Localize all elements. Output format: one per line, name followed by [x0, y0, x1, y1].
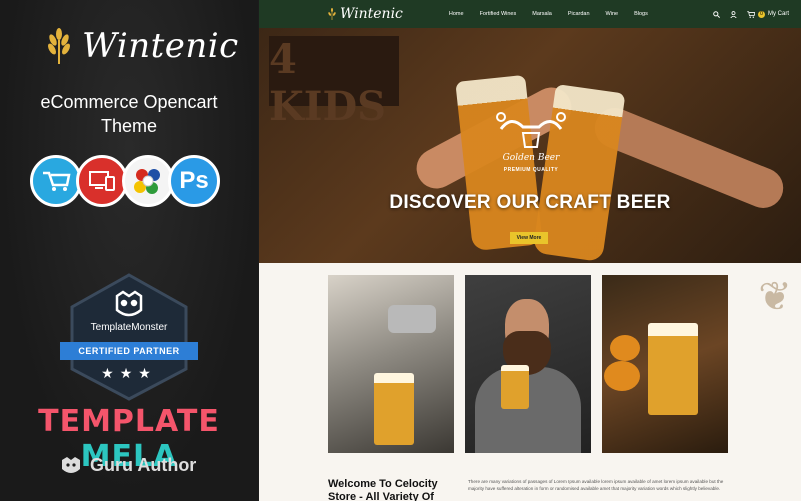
cert-ribbon: CERTIFIED PARTNER: [60, 342, 198, 360]
user-icon[interactable]: [730, 10, 737, 18]
beer-glass-image: [648, 323, 698, 415]
wheat-icon: [48, 28, 70, 64]
nav-wine[interactable]: Wine: [606, 11, 619, 17]
guru-label: Guru Author: [90, 455, 197, 475]
mela-word1: TEMPLATE: [38, 404, 220, 439]
hexagon-shape: [70, 273, 188, 401]
background-sign: 4 KIDS: [269, 36, 399, 130]
emblem-title: Golden Beer: [502, 153, 560, 163]
multilanguage-flags-icon: [122, 155, 174, 207]
hero-banner: 4 KIDS Golden Beer PREMIUM QUALITY DISCO…: [259, 28, 801, 263]
nav-home[interactable]: Home: [449, 11, 464, 17]
golden-beer-emblem: Golden Beer PREMIUM QUALITY: [491, 103, 571, 183]
welcome-text: There are many variations of passages of…: [468, 479, 724, 491]
gallery-photo-pumpkins-beer[interactable]: [602, 275, 728, 453]
nav-blogs[interactable]: Blogs: [634, 11, 648, 17]
motorbike-handlebar-icon: [496, 112, 566, 148]
promo-panel: Wintenic eCommerce Opencart Theme Ps Tem…: [0, 0, 258, 501]
nav-fortified-wines[interactable]: Fortified Wines: [480, 11, 517, 17]
site-preview: Wintenic Home Fortified Wines Marsala Pi…: [259, 0, 801, 501]
wheat-icon: [328, 8, 336, 20]
beer-glass-image: [374, 373, 414, 445]
hero-title: DISCOVER OUR CRAFT BEER: [389, 192, 671, 213]
pumpkin-image: [604, 361, 640, 391]
opencart-cart-icon: [30, 155, 82, 207]
image-gallery: [328, 275, 728, 453]
pumpkin-image: [610, 335, 640, 361]
certified-partner-badge: TemplateMonster CERTIFIED PARTNER ★★★: [60, 272, 198, 402]
tagline-line2: Theme: [100, 116, 158, 136]
cart-label: My Cart: [768, 11, 789, 17]
monster-icon: [62, 456, 80, 473]
responsive-devices-icon: [76, 155, 128, 207]
gallery-photo-bearded-man[interactable]: [465, 275, 591, 453]
nav-actions: 0 My Cart: [713, 10, 789, 18]
site-navbar: Wintenic Home Fortified Wines Marsala Pi…: [259, 0, 801, 28]
hops-illustration-icon: ❦: [758, 275, 792, 319]
tagline: eCommerce Opencart Theme: [0, 90, 258, 138]
site-logo-text: Wintenic: [340, 6, 403, 22]
emblem-subtitle: PREMIUM QUALITY: [503, 167, 559, 173]
tagline-line1: eCommerce Opencart: [40, 92, 218, 112]
welcome-title: Welcome To Celocity Store - All Variety …: [328, 478, 438, 501]
nav-picardan[interactable]: Picardan: [568, 11, 590, 17]
nav-marsala[interactable]: Marsala: [532, 11, 552, 17]
search-icon[interactable]: [713, 10, 720, 18]
cart-count-badge: 0: [758, 10, 765, 18]
cert-brand: TemplateMonster: [90, 322, 168, 333]
cart-button[interactable]: 0 My Cart: [747, 10, 789, 18]
promo-logo: Wintenic: [44, 26, 239, 66]
gallery-photo-bartender[interactable]: [328, 275, 454, 453]
guru-author: Guru Author: [60, 455, 196, 476]
view-more-button[interactable]: View More: [510, 232, 548, 244]
feature-badges: Ps: [30, 155, 220, 207]
cart-icon: [747, 10, 755, 18]
beer-glass-image: [501, 365, 529, 409]
cert-stars: ★★★: [101, 365, 157, 381]
brand-name: Wintenic: [82, 26, 239, 66]
site-logo[interactable]: Wintenic: [327, 6, 403, 22]
photoshop-icon: Ps: [168, 155, 220, 207]
main-menu: Home Fortified Wines Marsala Picardan Wi…: [449, 11, 648, 17]
beer-tap-image: [388, 305, 436, 333]
